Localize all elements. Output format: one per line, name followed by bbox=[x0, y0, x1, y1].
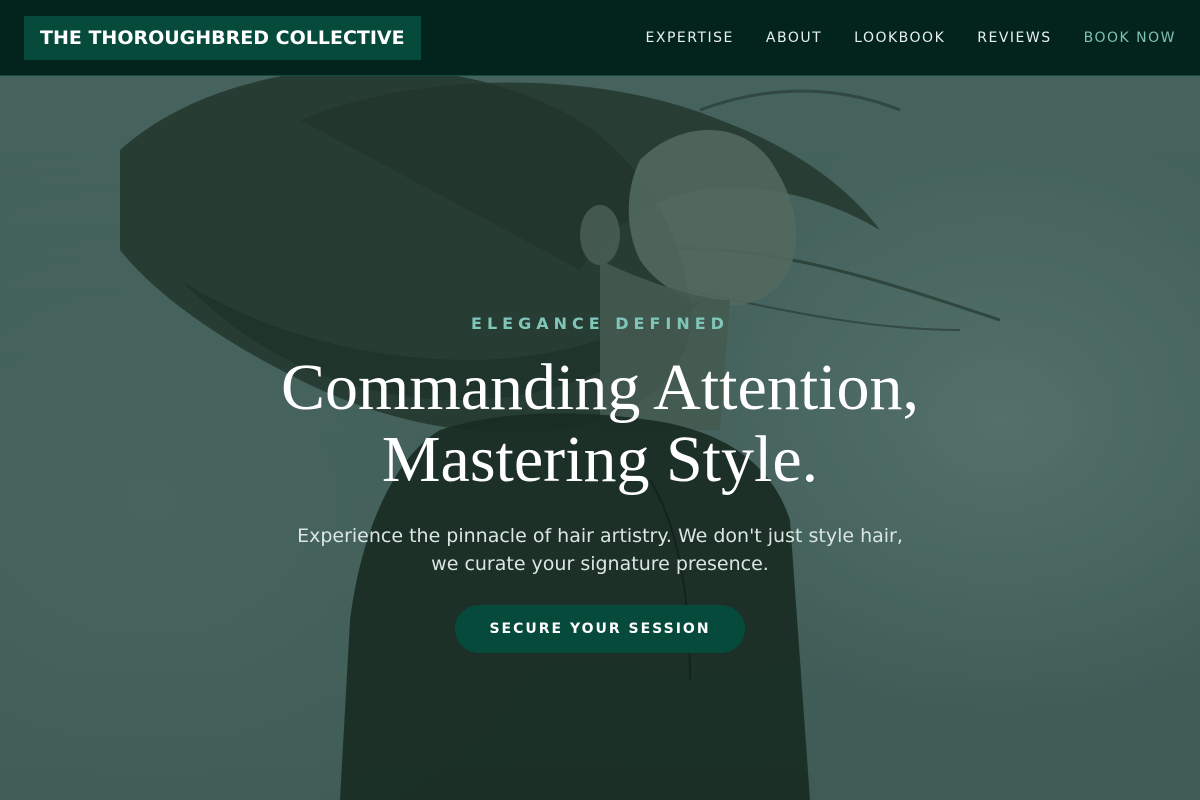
landing-page: THE THOROUGHBRED COLLECTIVE EXPERTISE AB… bbox=[0, 0, 1200, 800]
hero-headline-line-2: Mastering Style. bbox=[381, 423, 819, 496]
nav-item-expertise[interactable]: EXPERTISE bbox=[646, 30, 734, 46]
nav-item-reviews[interactable]: REVIEWS bbox=[977, 30, 1051, 46]
hero-eyebrow: ELEGANCE DEFINED bbox=[471, 314, 729, 333]
main-nav: EXPERTISE ABOUT LOOKBOOK REVIEWS BOOK NO… bbox=[646, 0, 1176, 76]
hero-subtitle: Experience the pinnacle of hair artistry… bbox=[0, 522, 1200, 578]
hero-subtitle-line-1: Experience the pinnacle of hair artistry… bbox=[297, 525, 903, 547]
secure-session-button[interactable]: SECURE YOUR SESSION bbox=[455, 605, 745, 653]
nav-item-book-now[interactable]: BOOK NOW bbox=[1084, 30, 1176, 46]
hero-subtitle-line-2: we curate your signature presence. bbox=[431, 553, 769, 575]
nav-item-about[interactable]: ABOUT bbox=[766, 30, 822, 46]
nav-item-lookbook[interactable]: LOOKBOOK bbox=[854, 30, 945, 46]
hero-headline-line-1: Commanding Attention, bbox=[281, 351, 919, 424]
brand-logo[interactable]: THE THOROUGHBRED COLLECTIVE bbox=[24, 16, 421, 60]
site-header: THE THOROUGHBRED COLLECTIVE EXPERTISE AB… bbox=[0, 0, 1200, 76]
hero-headline: Commanding Attention, Mastering Style. bbox=[0, 352, 1200, 496]
